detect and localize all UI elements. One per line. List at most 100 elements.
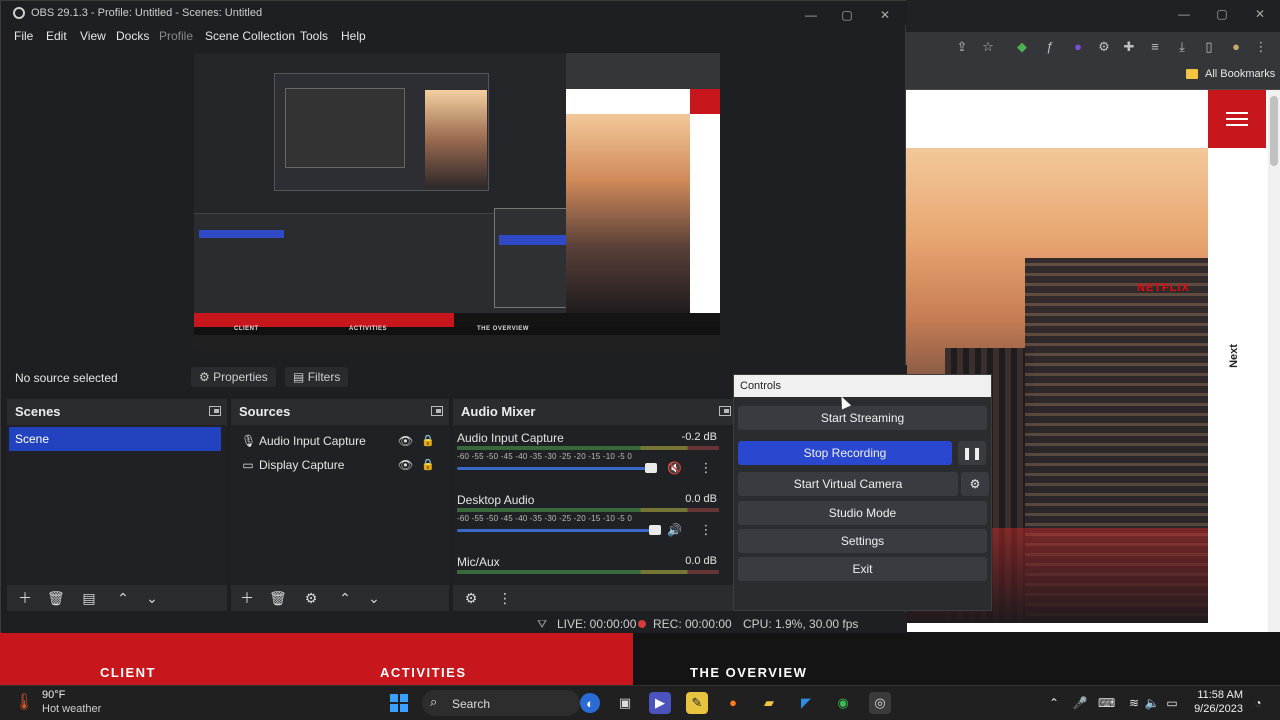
chevron-down-icon[interactable]: ⌄ [366,590,382,606]
more-menu-icon[interactable]: ⋮ [1252,38,1270,56]
muted-speaker-icon[interactable]: 🔇 [667,461,682,475]
next-link[interactable]: Next [1228,344,1240,368]
stop-recording-button[interactable]: Stop Recording [738,441,952,465]
taskbar-search[interactable]: ⌕ Search [422,690,580,716]
menu-view[interactable]: View [80,29,106,43]
weather-desc[interactable]: Hot weather [42,703,101,715]
filters-button[interactable]: ▤ Filters [285,367,349,387]
battery-icon[interactable]: ▭ [1164,695,1180,711]
task-view-icon[interactable]: ▣ [614,692,636,714]
chrome-icon[interactable]: ◉ [832,692,854,714]
eye-icon[interactable]: 👁 [398,458,413,472]
menu-file[interactable]: File [14,29,33,43]
lock-icon[interactable]: 🔒 [421,434,435,448]
extension-font-icon[interactable]: ƒ [1041,38,1059,56]
menu-profile[interactable]: Profile [159,29,193,43]
slider-handle[interactable] [649,525,661,535]
start-virtual-camera-button[interactable]: Start Virtual Camera [738,472,958,496]
add-icon[interactable]: ＋ [17,590,33,606]
maximize-icon[interactable]: ▢ [833,5,861,25]
scene-item[interactable]: Scene [9,427,221,451]
nav-activities[interactable]: ACTIVITIES [380,665,467,680]
undock-icon[interactable] [431,406,443,416]
scrollbar-thumb[interactable] [1270,96,1278,166]
gear-icon[interactable]: ⚙ [961,472,989,496]
preview-canvas[interactable]: CLIENT ACTIVITIES THE OVERVIEW [194,53,720,349]
undock-icon[interactable] [209,406,221,416]
notifications-icon[interactable]: ◔ [1250,695,1266,711]
vscode-icon[interactable]: ◤ [795,692,817,714]
more-options-icon[interactable]: ⋮ [497,590,513,606]
gear-icon[interactable]: ⚙ [303,590,319,606]
bookmark-star-icon[interactable]: ☆ [979,38,997,56]
menu-help[interactable]: Help [341,29,366,43]
volume-slider[interactable] [457,463,657,473]
chevron-up-icon[interactable]: ⌃ [1046,695,1062,711]
chevron-down-icon[interactable]: ⌄ [144,590,160,606]
source-item[interactable]: ▭ Display Capture 👁 🔒 [231,453,445,477]
teams-icon[interactable]: ▶ [649,692,671,714]
nav-client[interactable]: CLIENT [100,665,156,680]
controls-titlebar[interactable]: Controls [734,375,991,397]
sidepanel-icon[interactable]: ▯ [1200,38,1218,56]
lock-icon[interactable]: 🔒 [421,458,435,472]
start-streaming-button[interactable]: Start Streaming [738,406,987,430]
minimize-icon[interactable]: — [1170,4,1198,24]
pause-icon[interactable]: ❚❚ [958,441,986,465]
trash-icon[interactable]: 🗑 [47,590,65,606]
maximize-icon[interactable]: ▢ [1208,4,1236,24]
firefox-icon[interactable]: ● [722,692,744,714]
extension-purple-icon[interactable]: ● [1069,38,1087,56]
windows-start-icon[interactable] [390,694,408,712]
volume-slider[interactable] [457,525,661,535]
minimize-icon[interactable]: — [797,5,825,25]
speaker-icon[interactable]: 🔊 [667,523,682,537]
extension-color-icon[interactable]: ◆ [1013,38,1031,56]
more-options-icon[interactable]: ⋮ [699,461,713,475]
thermometer-icon[interactable]: 🌡 [14,692,34,714]
more-options-icon[interactable]: ⋮ [699,523,713,537]
clock-time[interactable]: 11:58 AM [1195,689,1243,701]
chevron-up-icon[interactable]: ⌃ [115,590,131,606]
page-scrollbar[interactable] [1268,90,1280,685]
keyboard-icon[interactable]: ⌨ [1098,695,1115,711]
weather-temp[interactable]: 90°F [42,689,65,701]
browser-titlebar: — ▢ ✕ [905,0,1280,32]
file-explorer-icon[interactable]: ▰ [758,692,780,714]
advanced-audio-gear-icon[interactable]: ⚙ [463,590,479,606]
properties-button[interactable]: ⚙ Properties [191,367,276,387]
menu-docks[interactable]: Docks [116,29,149,43]
notes-app-icon[interactable]: ✎ [686,692,708,714]
close-icon[interactable]: ✕ [871,5,899,25]
chevron-up-icon[interactable]: ⌃ [337,590,353,606]
all-bookmarks-link[interactable]: All Bookmarks [1205,68,1275,80]
hamburger-menu-button[interactable] [1208,90,1266,148]
settings-button[interactable]: Settings [738,529,987,553]
nav-overview[interactable]: THE OVERVIEW [690,665,807,680]
add-icon[interactable]: ＋ [239,590,255,606]
copilot-icon[interactable]: ◐ [580,693,600,713]
menu-scene-collection[interactable]: Scene Collection [205,29,295,43]
trash-icon[interactable]: 🗑 [269,590,287,606]
eye-icon[interactable]: 👁 [398,434,413,448]
source-item[interactable]: 🎙 Audio Input Capture 👁 🔒 [231,429,445,453]
wifi-icon[interactable]: ≋ [1126,695,1142,711]
share-icon[interactable]: ⇪ [953,38,971,56]
exit-button[interactable]: Exit [738,557,987,581]
slider-handle[interactable] [645,463,657,473]
puzzle-icon[interactable]: ✚ [1120,38,1138,56]
studio-mode-button[interactable]: Studio Mode [738,501,987,525]
clock-date[interactable]: 9/26/2023 [1185,703,1243,715]
microphone-icon[interactable]: 🎤 [1072,695,1088,711]
undock-icon[interactable] [719,406,731,416]
avatar[interactable]: ● [1227,38,1245,56]
obs-app-icon[interactable]: ◎ [869,692,891,714]
menu-tools[interactable]: Tools [300,29,328,43]
download-icon[interactable]: ⤓ [1173,38,1191,56]
filter-icon[interactable]: ▤ [81,590,97,606]
close-icon[interactable]: ✕ [1246,4,1274,24]
volume-icon[interactable]: 🔈 [1144,695,1160,711]
menu-edit[interactable]: Edit [46,29,67,43]
extension-gear-icon[interactable]: ⚙ [1095,38,1113,56]
reading-list-icon[interactable]: ≡ [1146,38,1164,56]
